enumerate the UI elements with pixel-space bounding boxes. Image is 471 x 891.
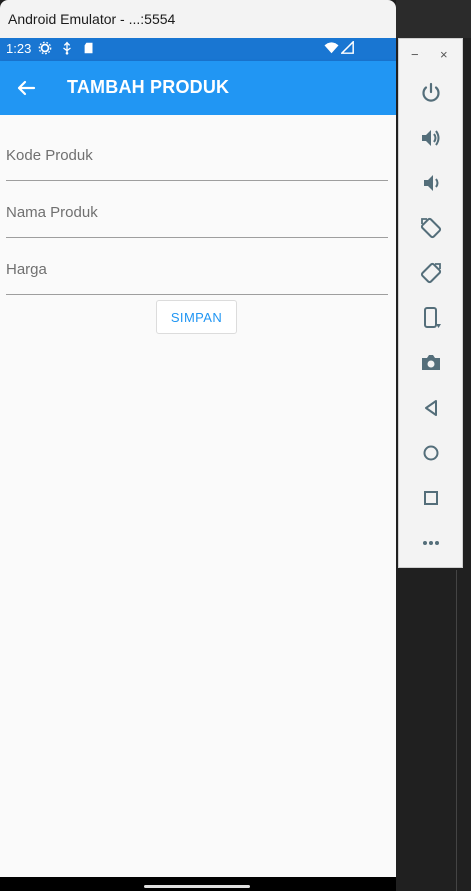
power-icon[interactable] (419, 81, 443, 105)
nama-produk-field (6, 187, 388, 238)
fold-device-icon[interactable] (419, 306, 443, 330)
simpan-button[interactable]: SIMPAN (156, 300, 237, 334)
page-title: TAMBAH PRODUK (67, 77, 230, 97)
rotate-right-icon[interactable] (419, 261, 443, 285)
nama-produk-input[interactable] (6, 187, 388, 237)
emulator-window: Android Emulator - ...:5554 1:23 TAMBAH … (0, 0, 396, 891)
form-content: SIMPAN (0, 115, 396, 877)
overview-square-icon[interactable] (419, 486, 443, 510)
background-divider (456, 570, 457, 891)
kode-produk-input[interactable] (6, 130, 388, 180)
close-button[interactable]: × (440, 47, 448, 62)
window-title: Android Emulator - ...:5554 (0, 0, 396, 38)
gesture-handle[interactable] (144, 885, 250, 888)
android-status-bar: 1:23 (0, 38, 396, 61)
back-triangle-icon[interactable] (419, 396, 443, 420)
arrow-left-icon[interactable] (14, 76, 38, 100)
volume-down-icon[interactable] (419, 171, 443, 195)
home-circle-icon[interactable] (419, 441, 443, 465)
kode-produk-field (6, 130, 388, 181)
harga-input[interactable] (6, 244, 388, 294)
wifi-icon (324, 41, 339, 57)
app-bar: TAMBAH PRODUK (0, 61, 396, 115)
signal-icon (340, 40, 355, 57)
more-dots-icon[interactable] (419, 531, 443, 555)
harga-field (6, 244, 388, 295)
usb-debug-icon (60, 41, 74, 57)
status-time: 1:23 (6, 41, 32, 56)
rotate-left-icon[interactable] (419, 216, 443, 240)
volume-up-icon[interactable] (419, 126, 443, 150)
android-nav-bar (0, 877, 396, 891)
emulator-toolbar: − × (398, 38, 463, 568)
background-window-bar (396, 0, 471, 38)
minimize-button[interactable]: − (411, 47, 419, 62)
settings-gear-icon (38, 41, 52, 57)
camera-icon[interactable] (419, 351, 443, 375)
sd-card-icon (82, 41, 96, 57)
